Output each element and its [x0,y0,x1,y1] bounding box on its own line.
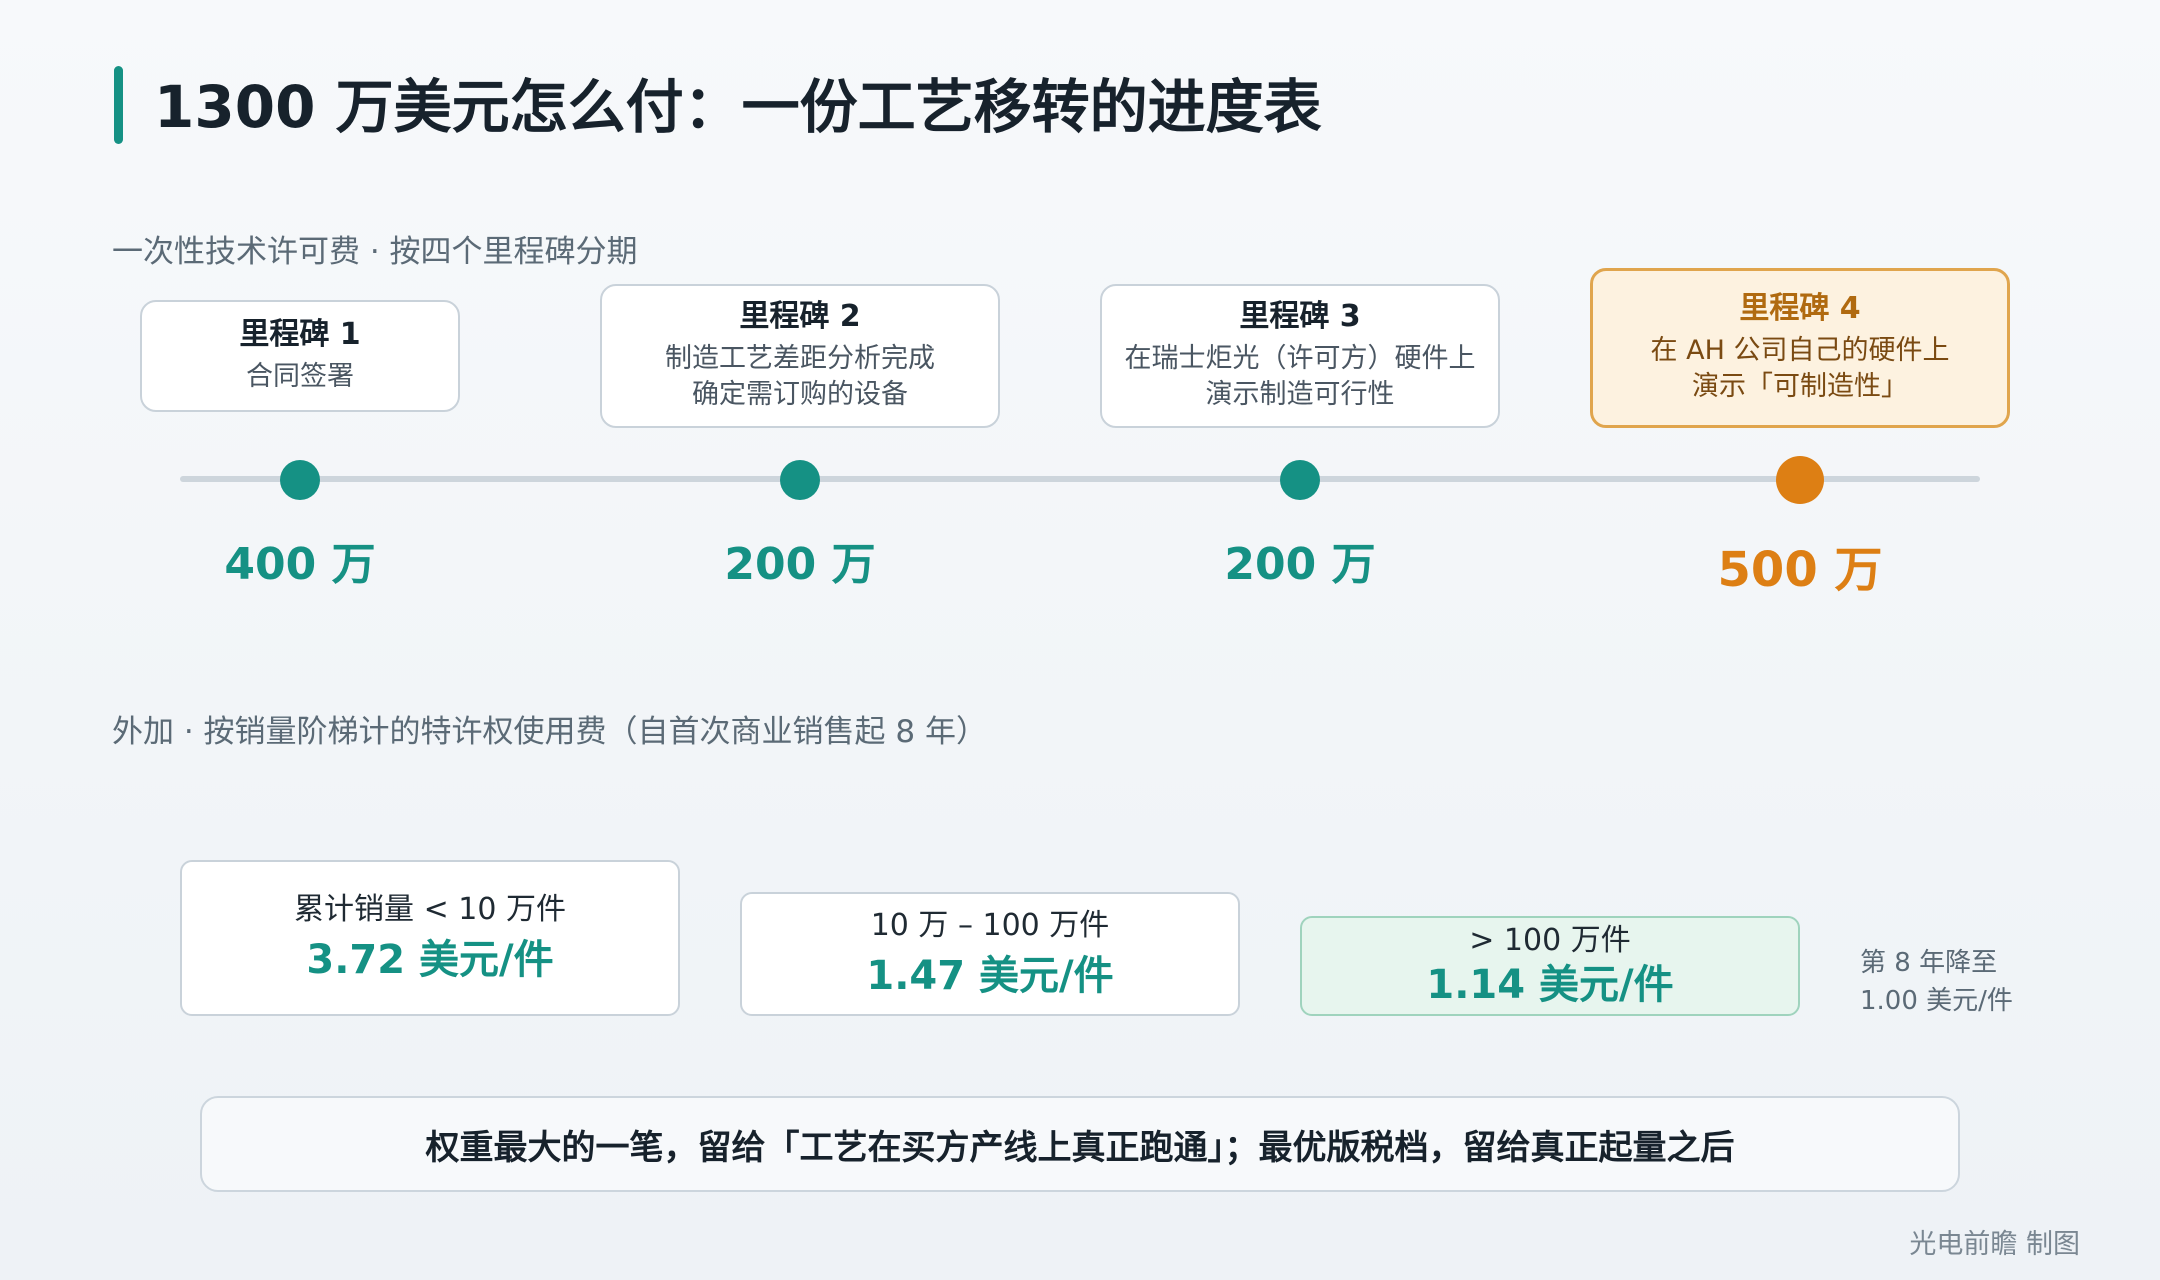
milestone-amount-1: 400 万 [224,539,376,590]
milestone-title: 里程碑 1 [239,316,361,352]
timeline-track [180,476,1980,482]
milestone-title: 里程碑 3 [1239,298,1361,334]
milestone-dot-4 [1776,456,1824,504]
tier-rate: 3.72 美元/件 [306,937,554,983]
royalty-tier-3: > 100 万件 1.14 美元/件 [1300,916,1800,1016]
milestone-desc-line: 演示制造可行性 [1205,379,1395,410]
royalty-tier-2: 10 万 – 100 万件 1.47 美元/件 [740,892,1240,1016]
milestone-card-4: 里程碑 4 在 AH 公司自己的硬件上 演示「可制造性」 [1590,268,2010,428]
title-accent-bar [114,66,123,144]
milestone-desc: 制造工艺差距分析完成 确定需订购的设备 [665,341,935,414]
tier-note-line: 1.00 美元/件 [1860,985,2013,1016]
milestone-amount-2: 200 万 [724,539,876,590]
milestone-title: 里程碑 4 [1739,290,1861,326]
milestone-desc-line: 确定需订购的设备 [692,379,908,410]
milestone-desc-line: 制造工艺差距分析完成 [665,342,935,374]
section-label-license-fee: 一次性技术许可费 · 按四个里程碑分期 [112,234,638,270]
summary-text: 权重最大的一笔，留给「工艺在买方产线上真正跑通」；最优版税档，留给真正起量之后 [425,1127,1735,1168]
milestone-dot-2 [780,460,820,500]
milestone-amount-3: 200 万 [1224,539,1376,590]
tier-rate: 1.47 美元/件 [866,953,1114,999]
tier-note: 第 8 年降至 1.00 美元/件 [1860,945,2013,1020]
tier-rate: 1.14 美元/件 [1426,962,1674,1008]
milestone-desc-line: 演示「可制造性」 [1691,371,1908,402]
milestone-dot-1 [280,460,320,500]
tier-label: 累计销量 < 10 万件 [294,892,566,927]
summary-box: 权重最大的一笔，留给「工艺在买方产线上真正跑通」；最优版税档，留给真正起量之后 [200,1096,1960,1192]
milestone-desc: 在 AH 公司自己的硬件上 演示「可制造性」 [1651,333,1950,406]
milestone-card-3: 里程碑 3 在瑞士炬光（许可方）硬件上 演示制造可行性 [1100,284,1500,428]
credit: 光电前瞻 制图 [1909,1229,2080,1260]
milestone-desc: 在瑞士炬光（许可方）硬件上 演示制造可行性 [1125,341,1476,414]
tier-note-line: 第 8 年降至 [1860,948,1998,978]
tier-label: 10 万 – 100 万件 [870,908,1110,943]
milestone-amount-4: 500 万 [1717,542,1883,598]
milestone-desc: 合同签署 [246,360,354,392]
milestone-title: 里程碑 2 [739,298,861,334]
milestone-desc-line: 在瑞士炬光（许可方）硬件上 [1124,342,1476,374]
section-label-royalty: 外加 · 按销量阶梯计的特许权使用费（自首次商业销售起 8 年） [112,714,987,750]
royalty-tier-1: 累计销量 < 10 万件 3.72 美元/件 [180,860,680,1016]
milestone-card-1: 里程碑 1 合同签署 [140,300,460,412]
page-title: 1300 万美元怎么付：一份工艺移转的进度表 [154,73,1322,141]
tier-label: > 100 万件 [1469,923,1631,958]
milestone-card-2: 里程碑 2 制造工艺差距分析完成 确定需订购的设备 [600,284,1000,428]
milestone-desc-line: 在 AH 公司自己的硬件上 [1650,334,1950,366]
milestone-dot-3 [1280,460,1320,500]
